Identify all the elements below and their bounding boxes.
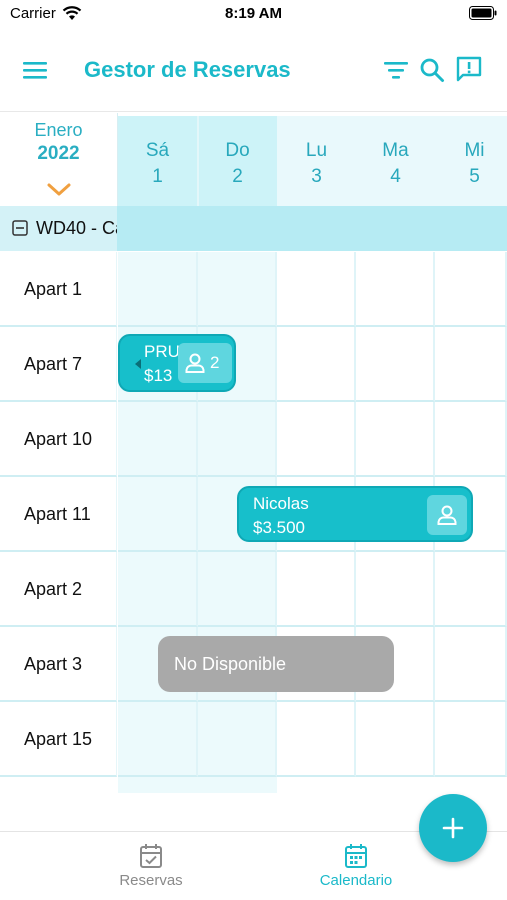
grid-cell[interactable] — [118, 402, 198, 477]
grid-cell[interactable] — [356, 252, 435, 327]
battery-icon — [469, 6, 497, 20]
grid-cell[interactable] — [356, 327, 435, 402]
search-icon[interactable] — [419, 57, 445, 83]
grid-cell[interactable] — [277, 402, 356, 477]
chevron-down-icon — [47, 183, 71, 196]
grid-cell[interactable] — [277, 702, 356, 777]
grid-cell[interactable] — [277, 252, 356, 327]
calendar-icon — [345, 844, 367, 868]
booking-price: $3.500 — [253, 518, 305, 537]
table-row: Apart 10 — [0, 402, 507, 477]
grid-cell[interactable] — [118, 552, 198, 627]
booking-price: $13 — [144, 366, 173, 385]
collapse-icon[interactable] — [12, 220, 28, 236]
day-name: Ma — [382, 140, 409, 161]
feedback-icon[interactable] — [455, 55, 483, 83]
grid-cell[interactable] — [356, 402, 435, 477]
day-header[interactable]: Mi 5 — [435, 116, 507, 206]
day-number: 5 — [469, 166, 480, 187]
person-icon — [185, 353, 205, 373]
guest-count: 2 — [210, 353, 220, 372]
group-row[interactable]: WD40 - Cas — [0, 206, 507, 251]
group-label-cell[interactable]: WD40 - Cas — [0, 206, 117, 251]
booking-block[interactable]: Nicolas $3.500 — [237, 486, 473, 542]
month-label: Enero — [34, 120, 83, 140]
grid-cell[interactable] — [198, 402, 277, 477]
booking-guest-name: Nicolas — [253, 494, 309, 513]
table-row — [0, 777, 507, 793]
grid-cell[interactable] — [435, 552, 507, 627]
guest-badge — [427, 495, 467, 535]
calendar-grid[interactable]: Enero 2022 Sá 1 Do 2 Lu 3 Ma 4 Mi 5 WD40… — [0, 113, 507, 793]
booking-block[interactable]: PRUEBA $13 2 — [118, 334, 236, 392]
table-row: Apart 15 — [0, 702, 507, 777]
grid-cell[interactable] — [198, 252, 277, 327]
grid-cell — [118, 777, 277, 793]
grid-cell[interactable] — [435, 327, 507, 402]
day-number: 1 — [152, 166, 163, 187]
grid-cell[interactable] — [435, 402, 507, 477]
room-label: Apart 2 — [0, 552, 117, 627]
room-label: Apart 1 — [0, 252, 117, 327]
guest-count-badge: 2 — [178, 343, 232, 383]
day-name: Sá — [145, 140, 170, 161]
room-label: Apart 7 — [0, 327, 117, 402]
person-icon — [437, 505, 457, 525]
unavailable-block[interactable]: No Disponible — [158, 636, 394, 692]
grid-cell[interactable] — [356, 552, 435, 627]
grid-cell[interactable] — [356, 702, 435, 777]
add-reservation-button[interactable] — [419, 794, 487, 862]
room-label: Apart 3 — [0, 627, 117, 702]
tab-reservas[interactable]: Reservas — [71, 832, 231, 900]
status-bar: Carrier 8:19 AM — [0, 0, 507, 30]
page-title: Gestor de Reservas — [84, 57, 291, 82]
room-label: Apart 15 — [0, 702, 117, 777]
day-header[interactable]: Sá 1 — [118, 116, 197, 206]
room-label: Apart 11 — [0, 477, 117, 552]
clock: 8:19 AM — [225, 5, 282, 22]
group-name: WD40 - Cas — [36, 218, 117, 238]
day-header[interactable]: Lu 3 — [277, 116, 356, 206]
table-row: Apart 1 — [0, 252, 507, 327]
menu-icon[interactable] — [22, 59, 48, 81]
calendar-check-icon — [140, 844, 162, 868]
day-number: 3 — [311, 166, 322, 187]
year-label: 2022 — [37, 143, 80, 164]
grid-cell[interactable] — [198, 552, 277, 627]
day-name: Lu — [305, 140, 328, 161]
grid-cell[interactable] — [118, 477, 198, 552]
day-header[interactable]: Do 2 — [198, 116, 277, 206]
tab-calendario[interactable]: Calendario — [276, 832, 436, 900]
tab-label: Calendario — [319, 872, 393, 889]
day-name: Do — [225, 140, 250, 161]
caret-left-icon — [135, 359, 141, 369]
day-name: Mi — [464, 140, 485, 161]
grid-cell[interactable] — [118, 252, 198, 327]
grid-cell[interactable] — [118, 702, 198, 777]
app-bar: Gestor de Reservas — [0, 30, 507, 112]
month-selector[interactable]: Enero 2022 — [0, 113, 118, 206]
grid-cell[interactable] — [435, 702, 507, 777]
table-row: Apart 2 — [0, 552, 507, 627]
grid-cell[interactable] — [435, 627, 507, 702]
filter-icon[interactable] — [383, 58, 409, 82]
room-label: Apart 10 — [0, 402, 117, 477]
day-header[interactable]: Ma 4 — [356, 116, 435, 206]
plus-icon — [442, 817, 464, 839]
grid-cell[interactable] — [277, 327, 356, 402]
day-number: 2 — [232, 166, 243, 187]
grid-cell[interactable] — [198, 702, 277, 777]
grid-cell[interactable] — [435, 252, 507, 327]
grid-cell[interactable] — [277, 552, 356, 627]
tab-label: Reservas — [119, 872, 183, 889]
day-number: 4 — [390, 166, 401, 187]
table-row: Apart 7 — [0, 327, 507, 402]
